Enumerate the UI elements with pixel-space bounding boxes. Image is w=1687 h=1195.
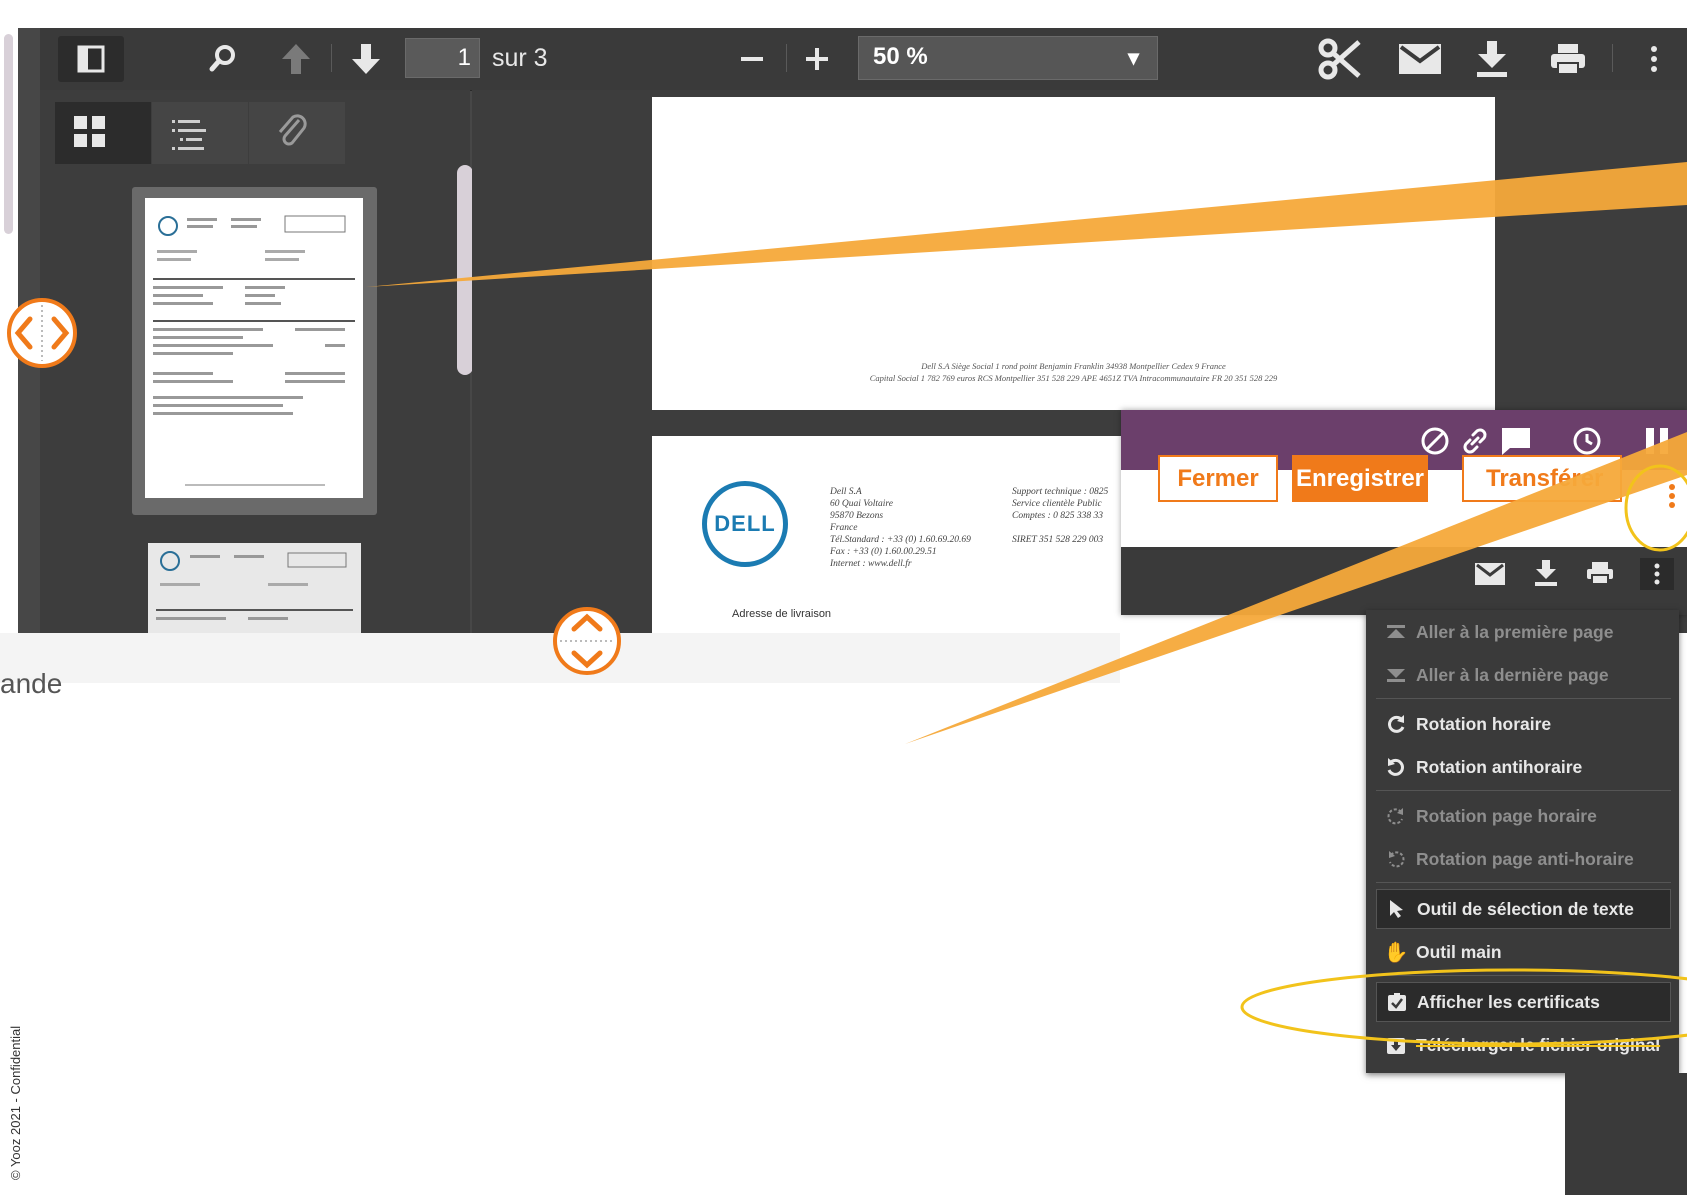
- callout-beam-bottom: [905, 432, 1687, 744]
- callout-beam-top: [366, 162, 1687, 287]
- highlight-ring-certificates: [1240, 968, 1687, 1046]
- confidential-notice: © Yooz 2021 - Confidential: [8, 1025, 23, 1180]
- annotation-layer: [366, 162, 1687, 1046]
